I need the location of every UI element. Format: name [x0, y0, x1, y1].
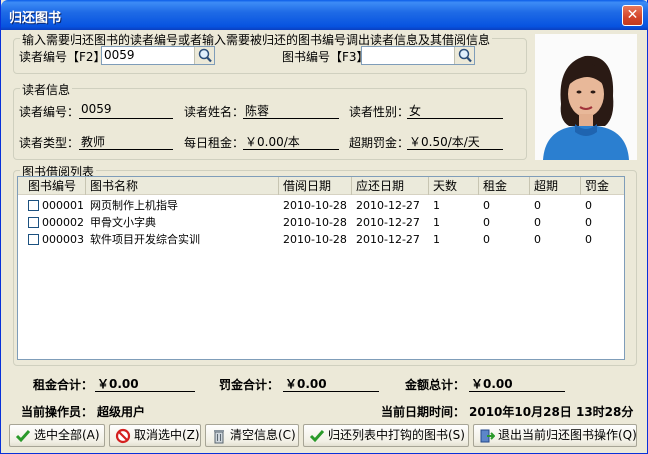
- prohibit-icon: [115, 428, 131, 444]
- col-header-book-id[interactable]: 图书编号: [18, 177, 86, 195]
- datetime-value: 2010年10月28日 13时28分: [469, 405, 634, 419]
- rent-total-value: ￥0.00: [95, 375, 195, 392]
- rent-total-label: 租金合计：: [33, 378, 94, 392]
- return-book-window: 归还图书 ✕ 输入需要归还图书的读者编号或者输入需要被归还的图书编号调出读者信息…: [0, 0, 648, 454]
- magnifier-icon: [458, 48, 472, 63]
- book-id-search-label: 图书编号【F3】: [282, 50, 369, 64]
- cell-book-id: 000003: [42, 233, 84, 246]
- overdue-fine-value: ￥0.50/本/天: [407, 133, 503, 150]
- trash-icon: [214, 430, 224, 444]
- cell-fine: 0: [585, 233, 592, 246]
- return-checked-books-label: 归还列表中打钩的图书(S): [328, 428, 465, 442]
- clear-info-button[interactable]: 清空信息(C): [205, 424, 299, 447]
- book-id-search-input[interactable]: [361, 46, 475, 65]
- cell-borrow-date: 2010-10-28: [283, 233, 347, 246]
- cell-days: 1: [433, 216, 440, 229]
- reader-name-label: 读者姓名：: [184, 105, 245, 119]
- cell-overdue: 0: [534, 199, 541, 212]
- reader-id-search-label: 读者编号【F2】: [19, 50, 106, 64]
- table-row[interactable]: 000003 软件项目开发综合实训 2010-10-28 2010-12-27 …: [18, 231, 624, 248]
- col-header-due-date[interactable]: 应还日期: [352, 177, 429, 195]
- reader-photo: [535, 34, 637, 160]
- reader-type-value: 教师: [79, 133, 173, 150]
- cell-book-id: 000002: [42, 216, 84, 229]
- cell-rent: 0: [483, 233, 490, 246]
- daily-rent-value: ￥0.00/本: [243, 133, 339, 150]
- cell-rent: 0: [483, 199, 490, 212]
- reader-name-value: 陈蓉: [243, 102, 339, 119]
- table-row[interactable]: 000002 甲骨文小字典 2010-10-28 2010-12-27 1 0 …: [18, 214, 624, 231]
- fine-total-value: ￥0.00: [283, 375, 379, 392]
- cell-rent: 0: [483, 216, 490, 229]
- cell-due-date: 2010-12-27: [356, 216, 420, 229]
- row-checkbox[interactable]: [28, 217, 39, 228]
- reader-gender-value: 女: [407, 102, 503, 119]
- borrow-list-table[interactable]: 图书编号 图书名称 借阅日期 应还日期 天数 租金 超期 罚金 000001 网…: [17, 176, 625, 360]
- reader-id-search-value: 0059: [104, 48, 135, 62]
- col-header-overdue[interactable]: 超期: [530, 177, 581, 195]
- reader-gender-label: 读者性别：: [349, 105, 410, 119]
- cell-book-name: 软件项目开发综合实训: [90, 233, 200, 246]
- select-all-button[interactable]: 选中全部(A): [9, 424, 105, 447]
- cell-days: 1: [433, 233, 440, 246]
- row-checkbox[interactable]: [28, 234, 39, 245]
- reader-search-button[interactable]: [194, 47, 214, 64]
- clear-info-label: 清空信息(C): [230, 428, 296, 442]
- cell-due-date: 2010-12-27: [356, 233, 420, 246]
- checkmark-icon: [309, 430, 325, 443]
- reader-id-search-input[interactable]: 0059: [101, 46, 215, 65]
- reader-type-label: 读者类型：: [19, 136, 80, 150]
- reader-id-value: 0059: [79, 102, 173, 119]
- deselect-label: 取消选中(Z): [134, 428, 200, 442]
- borrow-list-header: 图书编号 图书名称 借阅日期 应还日期 天数 租金 超期 罚金: [18, 177, 624, 195]
- cell-book-id: 000001: [42, 199, 84, 212]
- col-header-days[interactable]: 天数: [429, 177, 479, 195]
- exit-return-label: 退出当前归还图书操作(Q): [498, 428, 637, 442]
- operator-value: 超级用户: [97, 405, 146, 419]
- select-all-label: 选中全部(A): [34, 428, 100, 442]
- fine-total-label: 罚金合计：: [219, 378, 280, 392]
- overdue-fine-label: 超期罚金：: [349, 136, 410, 150]
- col-header-rent[interactable]: 租金: [479, 177, 530, 195]
- row-checkbox[interactable]: [28, 200, 39, 211]
- table-row[interactable]: 000001 网页制作上机指导 2010-10-28 2010-12-27 1 …: [18, 197, 624, 214]
- cell-due-date: 2010-12-27: [356, 199, 420, 212]
- book-search-button[interactable]: [454, 47, 474, 64]
- magnifier-icon: [198, 48, 212, 63]
- cell-overdue: 0: [534, 216, 541, 229]
- portrait-image: [535, 34, 637, 160]
- title-bar[interactable]: 归还图书 ✕: [1, 0, 648, 30]
- cell-book-name: 网页制作上机指导: [90, 199, 178, 212]
- checkmark-icon: [15, 430, 31, 443]
- window-title: 归还图书: [9, 11, 62, 26]
- amount-total-label: 金额总计：: [405, 378, 466, 392]
- col-header-fine[interactable]: 罚金: [581, 177, 624, 195]
- daily-rent-label: 每日租金：: [184, 136, 245, 150]
- reader-info-group-title: 读者信息: [20, 81, 73, 98]
- return-checked-books-button[interactable]: 归还列表中打钩的图书(S): [303, 424, 469, 447]
- operator-label: 当前操作员：: [21, 405, 94, 419]
- col-header-borrow-date[interactable]: 借阅日期: [279, 177, 352, 195]
- cell-fine: 0: [585, 216, 592, 229]
- deselect-button[interactable]: 取消选中(Z): [109, 424, 201, 447]
- cell-book-name: 甲骨文小字典: [90, 216, 156, 229]
- cell-overdue: 0: [534, 233, 541, 246]
- exit-return-button[interactable]: 退出当前归还图书操作(Q): [473, 424, 637, 447]
- amount-total-value: ￥0.00: [469, 375, 565, 392]
- exit-door-icon: [480, 429, 495, 443]
- datetime-label: 当前日期时间：: [381, 405, 466, 419]
- cell-borrow-date: 2010-10-28: [283, 199, 347, 212]
- cell-days: 1: [433, 199, 440, 212]
- col-header-book-name[interactable]: 图书名称: [86, 177, 279, 195]
- cell-fine: 0: [585, 199, 592, 212]
- reader-id-label: 读者编号：: [19, 105, 80, 119]
- cell-borrow-date: 2010-10-28: [283, 216, 347, 229]
- close-button[interactable]: ✕: [622, 5, 643, 26]
